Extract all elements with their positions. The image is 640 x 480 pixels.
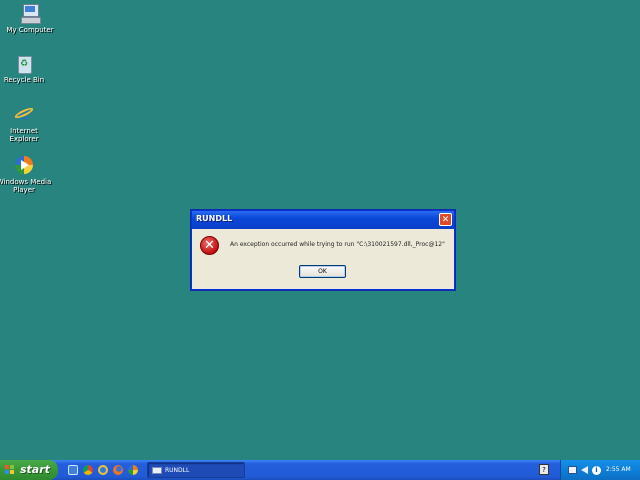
taskbar-button-label: RUNDLL	[165, 467, 190, 474]
rundll-error-dialog: RUNDLL ✕ ✕ An exception occurred while t…	[191, 210, 455, 290]
desktop-icon-label: Recycle Bin	[3, 76, 45, 84]
my-computer-icon	[20, 3, 41, 24]
help-button[interactable]: ?	[539, 464, 549, 475]
speaker-icon[interactable]	[581, 466, 588, 474]
internet-explorer-icon[interactable]	[98, 465, 108, 475]
clock[interactable]: 2:55 AM	[606, 460, 631, 480]
desktop-icon-my-computer[interactable]: My Computer	[0, 3, 60, 34]
start-label: start	[20, 463, 50, 476]
internet-explorer-icon: e	[13, 104, 35, 124]
desktop-icon-label: My Computer	[6, 26, 54, 34]
start-button[interactable]: start	[0, 460, 58, 480]
network-icon[interactable]	[568, 466, 577, 474]
recycle-bin-icon: ♻	[14, 53, 34, 74]
info-icon[interactable]: i	[592, 466, 601, 475]
close-icon: ✕	[441, 215, 450, 225]
show-desktop-icon[interactable]	[68, 465, 78, 475]
desktop-icon-label: Player	[13, 186, 35, 194]
firefox-icon[interactable]	[113, 465, 123, 475]
system-tray: i 2:55 AM	[560, 460, 640, 480]
ok-button[interactable]: OK	[299, 265, 346, 278]
desktop-icon-label: Windows Media	[0, 178, 52, 186]
chrome-icon[interactable]	[83, 465, 93, 475]
close-button[interactable]: ✕	[439, 213, 452, 226]
error-icon: ✕	[200, 236, 219, 255]
desktop-icon-recycle-bin[interactable]: ♻ Recycle Bin	[0, 53, 54, 84]
windows-flag-icon	[5, 465, 15, 475]
dialog-titlebar[interactable]: RUNDLL ✕	[192, 211, 454, 229]
window-icon	[152, 467, 162, 474]
dialog-title: RUNDLL	[196, 214, 233, 223]
desktop-icon-label: Internet	[10, 127, 38, 135]
desktop-icon-internet-explorer[interactable]: e Internet Explorer	[0, 104, 54, 144]
desktop-icon-label: Explorer	[9, 135, 39, 143]
desktop-icon-windows-media-player[interactable]: Windows Media Player	[0, 155, 54, 194]
taskbar-button-rundll[interactable]: RUNDLL	[147, 462, 245, 478]
windows-media-player-icon	[14, 155, 34, 175]
error-message: An exception occurred while trying to ru…	[230, 241, 445, 248]
taskbar: start RUNDLL ? i 2:55 AM	[0, 460, 640, 480]
windows-media-player-icon[interactable]	[128, 465, 138, 475]
